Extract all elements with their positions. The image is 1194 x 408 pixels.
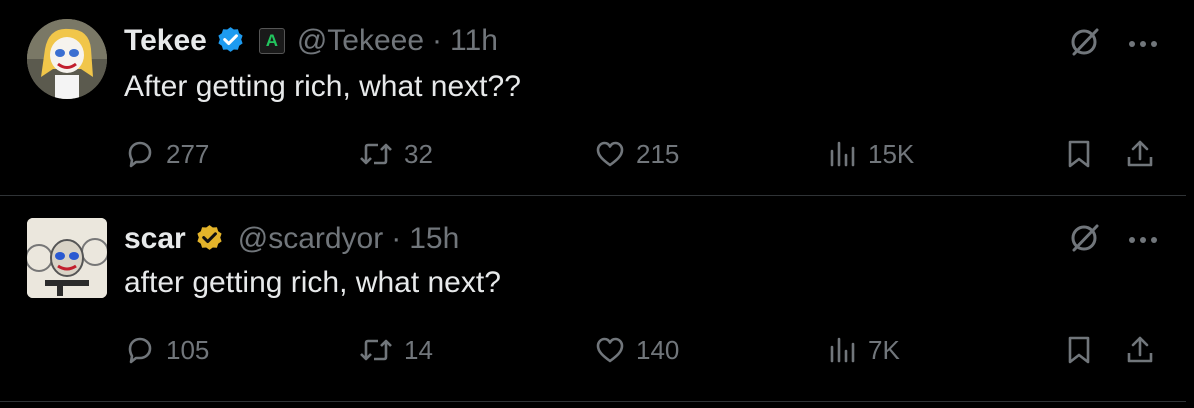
verified-badge-icon <box>193 223 226 256</box>
like-icon <box>594 334 626 366</box>
reply-count: 277 <box>166 138 210 169</box>
retweet-button[interactable]: 14 <box>358 330 433 370</box>
avatar[interactable] <box>27 218 107 298</box>
reply-count: 105 <box>166 334 210 365</box>
more-icon[interactable] <box>1128 36 1158 54</box>
views-icon <box>828 335 858 365</box>
retweet-count: 14 <box>404 334 433 365</box>
tweet-header: Tekee A @Tekeee · 11h <box>124 22 498 60</box>
tweet-top-actions <box>1066 24 1158 65</box>
reply-button[interactable]: 105 <box>124 330 209 370</box>
bookmark-button[interactable] <box>1064 330 1094 370</box>
share-icon <box>1124 138 1156 170</box>
views-icon <box>828 139 858 169</box>
like-icon <box>594 138 626 170</box>
tweet[interactable]: Tekee A @Tekeee · 11h After getting rich… <box>0 0 1186 196</box>
grok-icon[interactable] <box>1066 220 1102 261</box>
views-button[interactable]: 15K <box>828 134 914 174</box>
retweet-icon <box>358 334 394 366</box>
tweet-header: scar @scardyor · 15h <box>124 220 459 258</box>
verified-badge-icon <box>214 25 247 58</box>
separator-dot: · <box>432 24 443 57</box>
like-count: 140 <box>636 334 680 365</box>
retweet-button[interactable]: 32 <box>358 134 433 174</box>
views-count: 7K <box>868 334 900 365</box>
views-count: 15K <box>868 138 915 169</box>
bookmark-button[interactable] <box>1064 134 1094 174</box>
more-icon[interactable] <box>1128 232 1158 250</box>
tweet-actions: 277 32 215 15K <box>124 134 1164 174</box>
share-icon <box>1124 334 1156 366</box>
reply-button[interactable]: 277 <box>124 134 209 174</box>
like-button[interactable]: 215 <box>594 134 679 174</box>
tweet-text: after getting rich, what next? <box>124 266 501 299</box>
avatar[interactable] <box>27 19 107 99</box>
grok-icon[interactable] <box>1066 24 1102 65</box>
separator-dot: · <box>391 222 402 255</box>
share-button[interactable] <box>1124 134 1156 174</box>
tweet-actions: 105 14 140 7K <box>124 330 1164 370</box>
author-handle[interactable]: @Tekeee <box>297 24 424 58</box>
author-name[interactable]: scar <box>124 222 186 256</box>
bookmark-icon <box>1064 334 1094 366</box>
affiliate-badge[interactable]: A <box>258 28 285 54</box>
author-name[interactable]: Tekee <box>124 24 207 58</box>
retweet-icon <box>358 138 394 170</box>
bookmark-icon <box>1064 138 1094 170</box>
like-count: 215 <box>636 138 680 169</box>
views-button[interactable]: 7K <box>828 330 900 370</box>
tweet[interactable]: scar @scardyor · 15h after getting rich,… <box>0 196 1186 402</box>
tweet-text: After getting rich, what next?? <box>124 70 521 103</box>
tweet-top-actions <box>1066 220 1158 261</box>
author-handle[interactable]: @scardyor <box>238 222 384 256</box>
timestamp[interactable]: 15h <box>409 222 459 256</box>
share-button[interactable] <box>1124 330 1156 370</box>
like-button[interactable]: 140 <box>594 330 679 370</box>
timestamp[interactable]: 11h <box>450 24 498 58</box>
reply-icon <box>124 334 156 366</box>
retweet-count: 32 <box>404 138 433 169</box>
reply-icon <box>124 138 156 170</box>
